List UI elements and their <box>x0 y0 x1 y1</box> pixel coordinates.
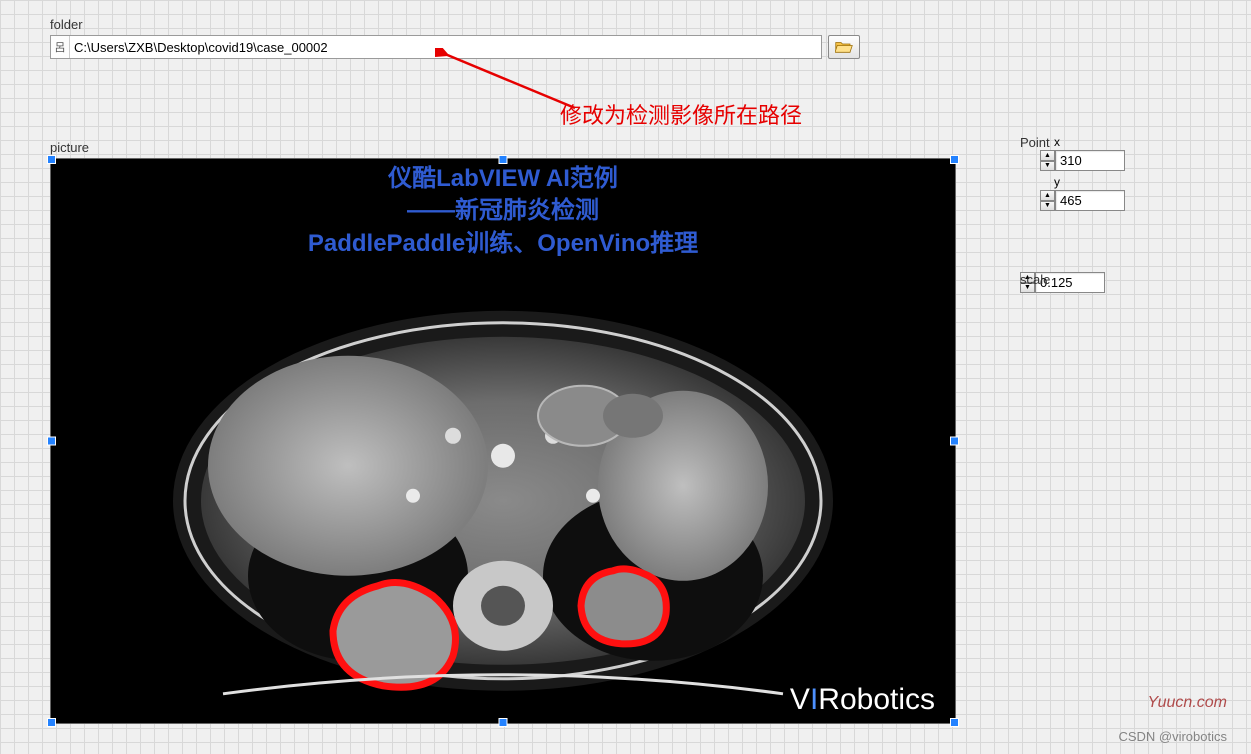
picture-display[interactable]: 仪酷LabVIEW AI范例 ——新冠肺炎检测 PaddlePaddle训练、O… <box>50 158 956 724</box>
resize-handle[interactable] <box>950 718 959 727</box>
logo-rest: Robotics <box>818 683 935 716</box>
y-increment-button[interactable]: ▲ <box>1040 190 1055 201</box>
folder-open-icon <box>835 40 853 54</box>
y-input[interactable] <box>1055 190 1125 211</box>
overlay-line3: PaddlePaddle训练、OpenVino推理 <box>51 228 955 260</box>
yuucn-watermark: Yuucn.com <box>1148 694 1227 712</box>
x-decrement-button[interactable]: ▼ <box>1040 161 1055 172</box>
y-label: y <box>1040 175 1125 189</box>
overlay-line1: 仪酷LabVIEW AI范例 <box>51 163 955 195</box>
y-decrement-button[interactable]: ▼ <box>1040 201 1055 212</box>
point-label: Point <box>1020 135 1050 150</box>
overlay-line2: ——新冠肺炎检测 <box>51 195 955 227</box>
scale-label: scale <box>1020 272 1050 287</box>
point-cluster: Point x ▲ ▼ y ▲ ▼ <box>1020 135 1125 215</box>
resize-handle[interactable] <box>47 718 56 727</box>
resize-handle[interactable] <box>950 437 959 446</box>
x-label: x <box>1040 135 1125 149</box>
folder-path-control[interactable]: 呂 <box>50 35 822 59</box>
x-increment-button[interactable]: ▲ <box>1040 150 1055 161</box>
folder-label: folder <box>50 17 83 32</box>
scale-control: scale ▲ ▼ <box>1020 272 1105 293</box>
picture-label: picture <box>50 140 89 155</box>
y-spinner[interactable]: ▲ ▼ <box>1040 190 1055 211</box>
image-title-overlay: 仪酷LabVIEW AI范例 ——新冠肺炎检测 PaddlePaddle训练、O… <box>51 163 955 260</box>
browse-button[interactable] <box>828 35 860 59</box>
resize-handle[interactable] <box>47 437 56 446</box>
annotation-text: 修改为检测影像所在路径 <box>560 98 802 130</box>
virobotics-logo: VIRobotics <box>790 683 935 717</box>
logo-prefix: V <box>790 683 810 716</box>
resize-handle[interactable] <box>499 718 508 727</box>
path-type-icon: 呂 <box>51 36 70 58</box>
csdn-watermark: CSDN @virobotics <box>1118 729 1227 744</box>
x-spinner[interactable]: ▲ ▼ <box>1040 150 1055 171</box>
x-input[interactable] <box>1055 150 1125 171</box>
folder-path-input[interactable] <box>70 36 821 58</box>
ct-scan-image <box>153 286 853 716</box>
